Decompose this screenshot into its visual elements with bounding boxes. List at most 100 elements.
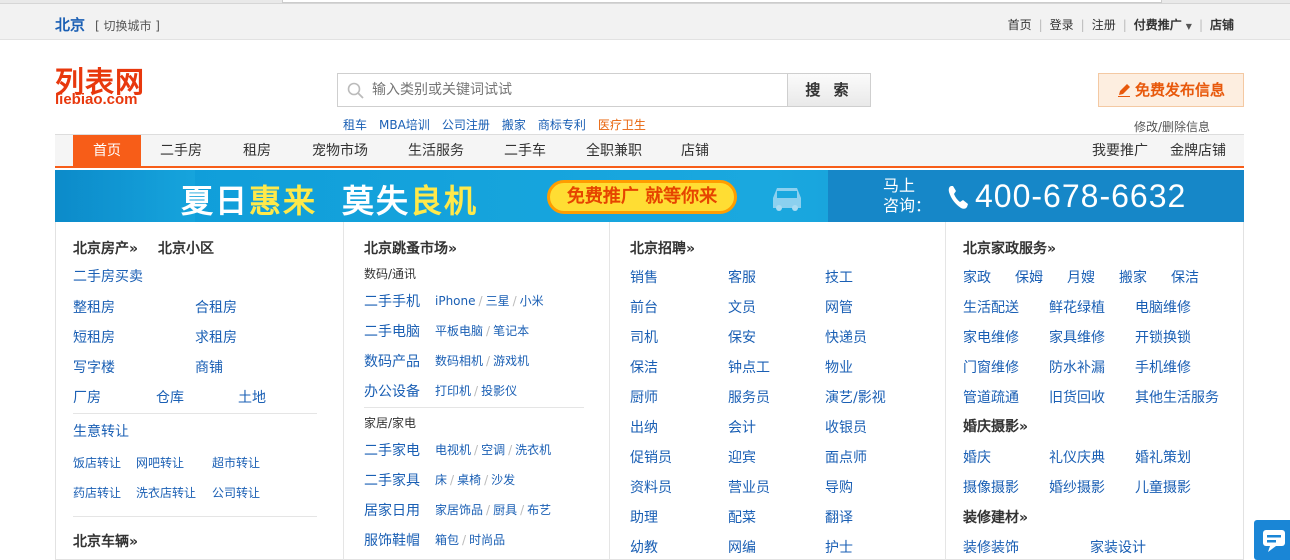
- switch-city-link[interactable]: [ 切换城市 ]: [95, 17, 160, 34]
- category-link[interactable]: 电脑维修: [1135, 297, 1191, 317]
- category-link[interactable]: 家具维修: [1049, 327, 1105, 347]
- category-link[interactable]: 物业: [825, 357, 853, 377]
- category-link[interactable]: 生活配送: [963, 297, 1019, 317]
- category-link[interactable]: 鲜花绿植: [1049, 297, 1105, 317]
- category-link[interactable]: 收银员: [825, 417, 867, 437]
- category-link[interactable]: 写字楼: [73, 357, 115, 377]
- sub-category-link[interactable]: 网吧转让: [136, 454, 184, 471]
- vehicles-heading[interactable]: 北京车辆»: [73, 531, 138, 551]
- category-link[interactable]: 二手家电: [364, 440, 420, 460]
- sub-category-link[interactable]: 公司转让: [212, 484, 260, 501]
- category-link[interactable]: 营业员: [728, 477, 770, 497]
- category-link[interactable]: 钟点工: [728, 357, 770, 377]
- category-link[interactable]: 摄像摄影: [963, 477, 1019, 497]
- promo-banner[interactable]: 夏日惠来 莫失良机 免费推广 就等你来 马上 咨询： 400-678-6632: [55, 170, 1244, 222]
- decoration-heading[interactable]: 装修建材»: [963, 507, 1028, 527]
- category-link[interactable]: 配菜: [728, 507, 756, 527]
- category-link[interactable]: 网管: [825, 297, 853, 317]
- hot-link[interactable]: 搬家: [502, 116, 526, 133]
- category-link[interactable]: 商铺: [195, 357, 223, 377]
- category-link[interactable]: 开锁换锁: [1135, 327, 1191, 347]
- real-estate-heading[interactable]: 北京房产»: [73, 238, 138, 258]
- hot-link-highlight[interactable]: 医疗卫生: [598, 116, 646, 133]
- category-link[interactable]: 技工: [825, 267, 853, 287]
- category-link[interactable]: 婚礼策划: [1135, 447, 1191, 467]
- category-link[interactable]: 服饰鞋帽: [364, 530, 420, 550]
- current-city[interactable]: 北京: [55, 14, 85, 35]
- category-link[interactable]: 家电维修: [963, 327, 1019, 347]
- category-link[interactable]: 客服: [728, 267, 756, 287]
- nav-item-used-cars[interactable]: 二手车: [495, 135, 555, 167]
- category-link[interactable]: 防水补漏: [1049, 357, 1105, 377]
- search-button[interactable]: 搜 索: [787, 73, 871, 107]
- hot-link[interactable]: 公司注册: [442, 116, 490, 133]
- flea-market-heading[interactable]: 北京跳蚤市场»: [364, 238, 457, 258]
- category-link[interactable]: 销售: [630, 267, 658, 287]
- category-link[interactable]: 迎宾: [728, 447, 756, 467]
- category-link[interactable]: 二手手机: [364, 291, 420, 311]
- home-services-heading[interactable]: 北京家政服务»: [963, 238, 1056, 258]
- sub-category-link[interactable]: 超市转让: [212, 454, 260, 471]
- category-link[interactable]: 婚纱摄影: [1049, 477, 1105, 497]
- category-link[interactable]: 前台: [630, 297, 658, 317]
- nav-item-life-services[interactable]: 生活服务: [397, 135, 475, 167]
- modify-delete-link[interactable]: 修改/删除信息: [1134, 118, 1210, 135]
- category-link[interactable]: 短租房: [73, 327, 115, 347]
- category-link[interactable]: 面点师: [825, 447, 867, 467]
- category-link[interactable]: 司机: [630, 327, 658, 347]
- category-link[interactable]: 厨师: [630, 387, 658, 407]
- category-link[interactable]: 家政: [963, 267, 991, 287]
- hot-link[interactable]: 租车: [343, 116, 367, 133]
- paid-promo-menu[interactable]: 付费推广 ▼: [1134, 16, 1192, 33]
- category-link[interactable]: 二手电脑: [364, 321, 420, 341]
- category-link[interactable]: 门窗维修: [963, 357, 1019, 377]
- category-link[interactable]: 家装设计: [1090, 537, 1146, 557]
- category-link[interactable]: 保洁: [630, 357, 658, 377]
- home-link[interactable]: 首页: [1008, 16, 1032, 33]
- free-publish-button[interactable]: 免费发布信息: [1098, 73, 1244, 107]
- category-link[interactable]: 土地: [238, 387, 266, 407]
- category-link[interactable]: 月嫂: [1067, 267, 1095, 287]
- login-link[interactable]: 登录: [1050, 16, 1074, 33]
- category-link[interactable]: 合租房: [195, 297, 237, 317]
- nav-item-shops[interactable]: 店铺: [673, 135, 717, 167]
- category-link[interactable]: 整租房: [73, 297, 115, 317]
- category-link[interactable]: 装修装饰: [963, 537, 1019, 557]
- category-link[interactable]: 翻译: [825, 507, 853, 527]
- category-link[interactable]: 服务员: [728, 387, 770, 407]
- category-link[interactable]: 保安: [728, 327, 756, 347]
- category-link[interactable]: 办公设备: [364, 381, 420, 401]
- nav-item-second-hand-house[interactable]: 二手房: [151, 135, 211, 167]
- category-link[interactable]: 二手家具: [364, 470, 420, 490]
- nav-item-rent[interactable]: 租房: [231, 135, 283, 167]
- category-link[interactable]: 会计: [728, 417, 756, 437]
- category-link[interactable]: 其他生活服务: [1135, 387, 1219, 407]
- category-link[interactable]: 旧货回收: [1049, 387, 1105, 407]
- category-link[interactable]: 搬家: [1119, 267, 1147, 287]
- category-link[interactable]: 演艺/影视: [825, 387, 886, 407]
- shop-link[interactable]: 店铺: [1210, 16, 1234, 33]
- category-link[interactable]: 幼教: [630, 537, 658, 557]
- category-link[interactable]: 出纳: [630, 417, 658, 437]
- community-heading[interactable]: 北京小区: [158, 238, 214, 258]
- jobs-heading[interactable]: 北京招聘»: [630, 238, 695, 258]
- category-link[interactable]: 管道疏通: [963, 387, 1019, 407]
- category-link[interactable]: 数码产品: [364, 351, 420, 371]
- category-link[interactable]: 导购: [825, 477, 853, 497]
- category-link[interactable]: 资料员: [630, 477, 672, 497]
- category-link[interactable]: 保姆: [1015, 267, 1043, 287]
- nav-item-jobs[interactable]: 全职兼职: [575, 135, 653, 167]
- hot-link[interactable]: MBA培训: [379, 116, 430, 133]
- category-link[interactable]: 二手房买卖: [73, 266, 143, 286]
- hot-link[interactable]: 商标专利: [538, 116, 586, 133]
- nav-item-home[interactable]: 首页: [73, 135, 141, 167]
- category-link[interactable]: 文员: [728, 297, 756, 317]
- category-link[interactable]: 礼仪庆典: [1049, 447, 1105, 467]
- category-link[interactable]: 手机维修: [1135, 357, 1191, 377]
- category-link[interactable]: 仓库: [156, 387, 184, 407]
- category-link[interactable]: 厂房: [73, 387, 101, 407]
- nav-item-pets[interactable]: 宠物市场: [301, 135, 379, 167]
- nav-item-promote[interactable]: 我要推广: [1085, 135, 1155, 167]
- category-link[interactable]: 助理: [630, 507, 658, 527]
- sub-category-link[interactable]: 饭店转让: [73, 454, 121, 471]
